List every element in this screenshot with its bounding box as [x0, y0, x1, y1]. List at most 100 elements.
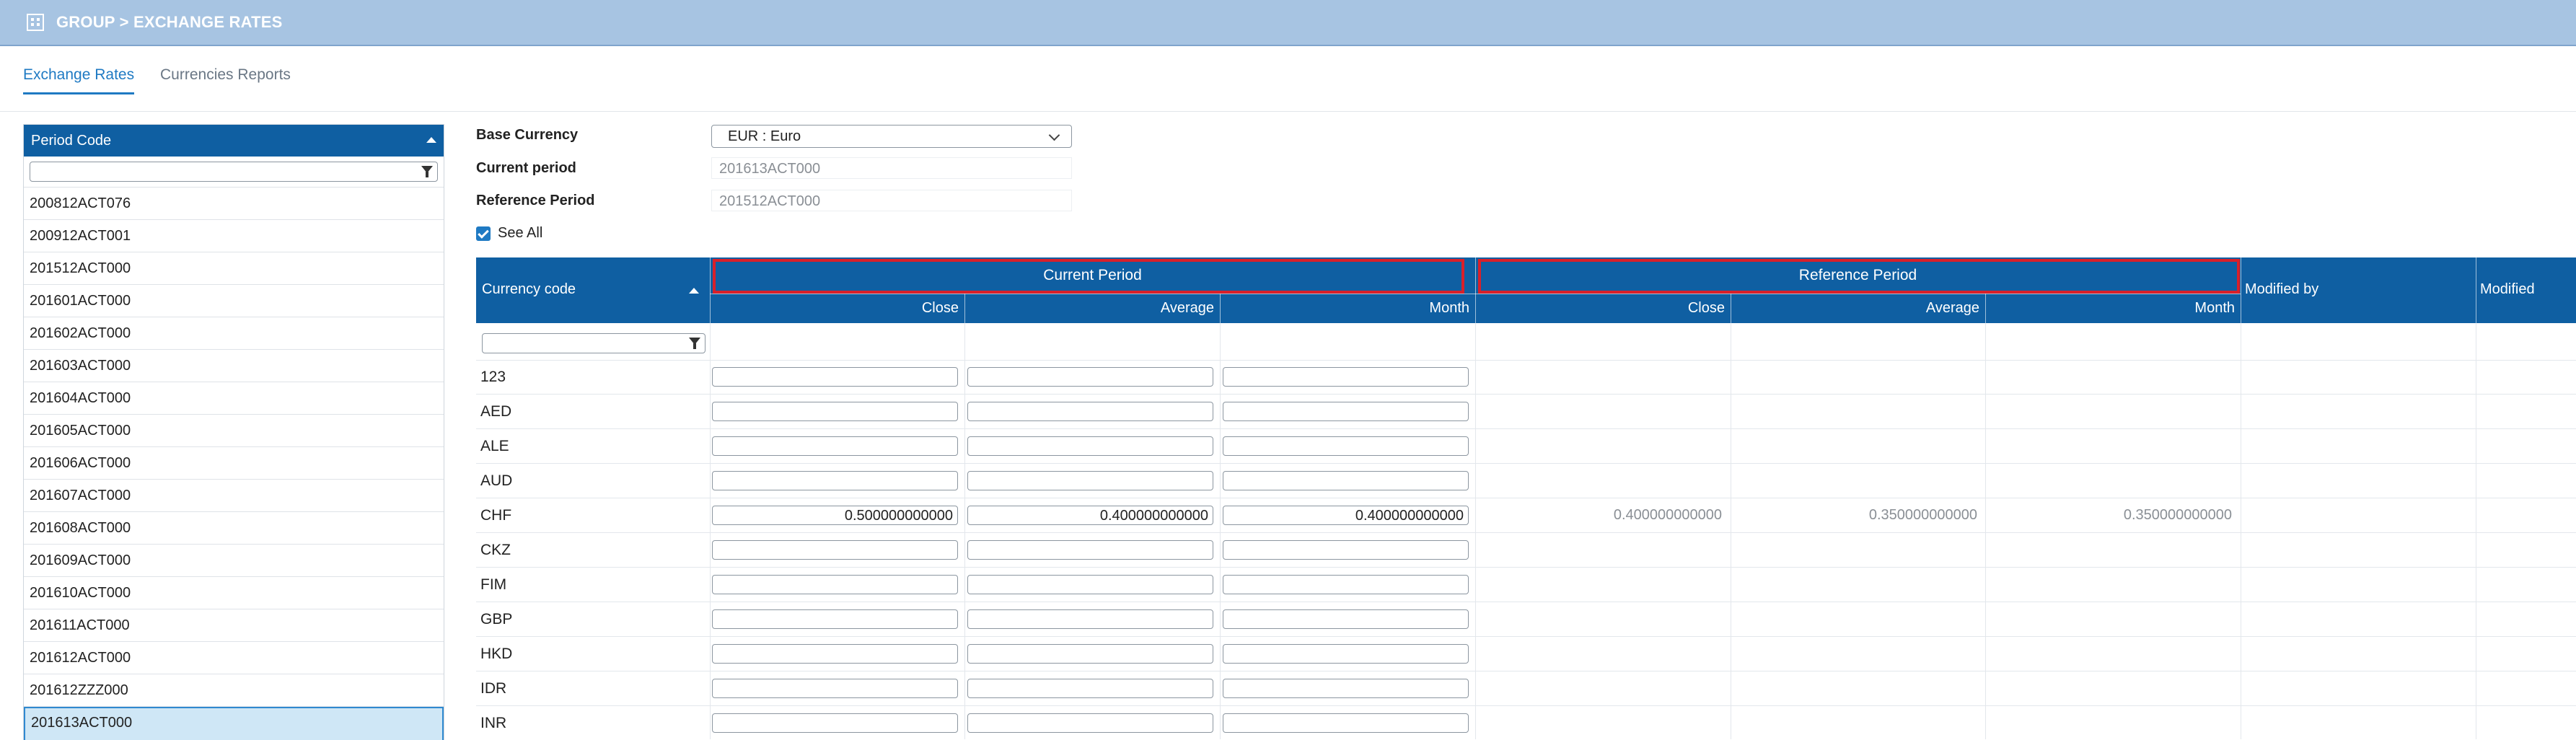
- current-month-input[interactable]: [1223, 679, 1469, 698]
- currency-code-cell: INR: [480, 715, 507, 731]
- base-currency-label: Base Currency: [476, 127, 579, 143]
- tab-bar: Exchange Rates Currencies Reports: [0, 45, 2576, 112]
- current-period-label: Current period: [476, 160, 576, 176]
- current-average-input[interactable]: [967, 575, 1213, 594]
- current-average-input[interactable]: [967, 540, 1213, 560]
- reference-month-header[interactable]: Month: [1985, 294, 2241, 323]
- period-item[interactable]: 201606ACT000: [24, 447, 444, 480]
- current-close-input[interactable]: [712, 540, 958, 560]
- tab-exchange-rates[interactable]: Exchange Rates: [23, 66, 135, 94]
- current-period-field: 201613ACT000: [711, 157, 1072, 179]
- current-close-input[interactable]: [712, 402, 958, 421]
- currency-code-cell: AUD: [480, 472, 513, 489]
- currency-code-cell: ALE: [480, 438, 509, 454]
- current-average-input[interactable]: [967, 436, 1213, 456]
- current-average-input[interactable]: [967, 402, 1213, 421]
- period-item[interactable]: 201608ACT000: [24, 512, 444, 545]
- current-close-input[interactable]: [712, 644, 958, 664]
- current-month-input[interactable]: [1223, 367, 1469, 387]
- currency-code-cell: 123: [480, 369, 506, 385]
- currency-code-cell: HKD: [480, 646, 513, 662]
- reference-period-label: Reference Period: [476, 193, 595, 208]
- current-close-header[interactable]: Close: [710, 294, 964, 323]
- see-all-label: See All: [498, 225, 543, 241]
- current-close-input[interactable]: [712, 713, 958, 733]
- sort-ascending-icon[interactable]: [689, 288, 699, 294]
- current-month-input[interactable]: [1223, 575, 1469, 594]
- period-code-header-label: Period Code: [31, 132, 112, 149]
- sort-ascending-icon[interactable]: [426, 137, 436, 143]
- period-item[interactable]: 201512ACT000: [24, 252, 444, 285]
- current-average-input[interactable]: [967, 713, 1213, 733]
- tab-currencies-reports[interactable]: Currencies Reports: [160, 66, 291, 92]
- currency-code-cell: FIM: [480, 576, 507, 593]
- current-month-input[interactable]: [1223, 713, 1469, 733]
- modified-by-header[interactable]: Modified by: [2245, 281, 2318, 298]
- current-month-input[interactable]: [1223, 436, 1469, 456]
- currency-code-header[interactable]: Currency code: [482, 281, 576, 298]
- base-currency-value: EUR : Euro: [728, 128, 801, 144]
- period-list: 200812ACT076 200912ACT001 201512ACT000 2…: [24, 188, 444, 740]
- table-row: ALE: [476, 429, 2576, 464]
- table-row: CHF 0.500000000000 0.400000000000 0.4000000…: [476, 498, 2576, 533]
- reference-average-header[interactable]: Average: [1731, 294, 1985, 323]
- period-item[interactable]: 201612ZZZ000: [24, 674, 444, 707]
- table-row: AUD: [476, 464, 2576, 498]
- current-average-input[interactable]: [967, 471, 1213, 490]
- current-month-input[interactable]: [1223, 540, 1469, 560]
- current-month-input[interactable]: [1223, 471, 1469, 490]
- reference-month-value: 0.350000000000: [2123, 507, 2232, 523]
- current-month-input[interactable]: [1223, 644, 1469, 664]
- table-row: 123: [476, 360, 2576, 395]
- current-close-input[interactable]: [712, 367, 958, 387]
- exchange-rates-grid: Currency code Current Period Reference P…: [476, 257, 2576, 739]
- period-item[interactable]: 201604ACT000: [24, 382, 444, 415]
- period-filter-input[interactable]: [30, 162, 438, 182]
- table-row: AED: [476, 395, 2576, 429]
- filter-icon[interactable]: [689, 338, 700, 349]
- current-average-input[interactable]: [967, 367, 1213, 387]
- see-all-checkbox[interactable]: [476, 226, 491, 241]
- period-item[interactable]: 201603ACT000: [24, 350, 444, 382]
- current-average-header[interactable]: Average: [964, 294, 1220, 323]
- period-item[interactable]: 201612ACT000: [24, 642, 444, 674]
- period-code-header[interactable]: Period Code: [24, 125, 444, 157]
- current-average-input[interactable]: [967, 609, 1213, 629]
- current-month-header[interactable]: Month: [1220, 294, 1475, 323]
- period-item-selected[interactable]: 201613ACT000: [24, 707, 444, 740]
- period-item[interactable]: 201605ACT000: [24, 415, 444, 447]
- currency-filter-input[interactable]: [482, 333, 705, 353]
- current-close-input[interactable]: [712, 471, 958, 490]
- current-close-input[interactable]: [712, 436, 958, 456]
- page-title: GROUP > EXCHANGE RATES: [56, 13, 283, 31]
- period-item[interactable]: 201610ACT000: [24, 577, 444, 609]
- period-item[interactable]: 201602ACT000: [24, 317, 444, 350]
- current-month-input[interactable]: 0.400000000000: [1223, 506, 1469, 525]
- current-average-input[interactable]: [967, 644, 1213, 664]
- current-month-input[interactable]: [1223, 402, 1469, 421]
- current-average-input[interactable]: 0.400000000000: [967, 506, 1213, 525]
- current-average-input[interactable]: [967, 679, 1213, 698]
- highlight-box-current-period: [713, 259, 1464, 294]
- base-currency-select[interactable]: EUR : Euro: [711, 125, 1072, 148]
- current-close-input[interactable]: 0.500000000000: [712, 506, 958, 525]
- currency-code-cell: AED: [480, 403, 512, 420]
- period-item[interactable]: 201611ACT000: [24, 609, 444, 642]
- reference-close-header[interactable]: Close: [1475, 294, 1731, 323]
- current-close-input[interactable]: [712, 575, 958, 594]
- period-item[interactable]: 201609ACT000: [24, 545, 444, 577]
- currency-code-cell: IDR: [480, 680, 507, 697]
- table-row: GBP: [476, 602, 2576, 637]
- reference-average-value: 0.350000000000: [1868, 507, 1977, 523]
- current-close-input[interactable]: [712, 609, 958, 629]
- current-close-input[interactable]: [712, 679, 958, 698]
- period-item[interactable]: 201607ACT000: [24, 480, 444, 512]
- chevron-down-icon: [1048, 129, 1060, 141]
- current-month-input[interactable]: [1223, 609, 1469, 629]
- period-item[interactable]: 200912ACT001: [24, 220, 444, 252]
- modified-header[interactable]: Modified: [2480, 281, 2535, 298]
- period-item[interactable]: 200812ACT076: [24, 188, 444, 220]
- filter-icon[interactable]: [421, 166, 433, 177]
- period-item[interactable]: 201601ACT000: [24, 285, 444, 317]
- reference-period-field: 201512ACT000: [711, 190, 1072, 211]
